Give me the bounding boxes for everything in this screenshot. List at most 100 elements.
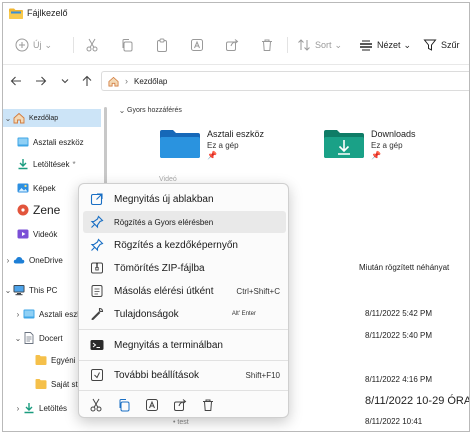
filter-button[interactable]: Szűr (423, 35, 460, 55)
sidebar-item-download-pc[interactable]: › Letöltés (13, 399, 67, 417)
empty-state-text: Miután rögzített néhányat (359, 263, 450, 272)
command-bar: Új ⌄ Sort ⌄ Nézet ⌄ Szűr (3, 25, 469, 65)
partially-hidden-item: • test (173, 419, 189, 426)
up-button[interactable] (79, 73, 95, 89)
pin-icon (90, 238, 104, 252)
menu-item-label: Tömörítés ZIP-fájlba (114, 262, 205, 274)
quick-access-tile[interactable]: Downloads Ez a gép 📌 (323, 129, 416, 161)
sidebar-item-docert[interactable]: ⌄ Docert (13, 329, 63, 347)
downloads-folder-icon (324, 130, 364, 158)
filter-label: Szűr (441, 40, 460, 50)
menu-item-label: Megnyitás új ablakban (114, 193, 214, 205)
share-icon (226, 39, 239, 51)
tile-location: Ez a gép (371, 141, 403, 150)
sort-button[interactable]: Sort ⌄ (297, 35, 342, 55)
sidebar-item-videos[interactable]: Videók (17, 225, 57, 243)
trash-icon (262, 39, 272, 51)
sidebar-item-downloads[interactable]: Letöltések * (17, 155, 76, 173)
open-in-new-window-item[interactable]: Megnyitás új ablakban (83, 188, 286, 210)
menu-item-label: Másolás elérési útként (114, 285, 214, 297)
delete-button[interactable] (260, 35, 274, 55)
pin-icon: 📌 (207, 151, 217, 160)
clipboard-icon (157, 38, 167, 52)
plus-circle-icon (15, 38, 29, 52)
navigation-bar: › Kezdőlap (3, 65, 469, 97)
rename-icon[interactable] (145, 398, 159, 412)
sidebar-item-label: Kezdőlap (29, 114, 59, 122)
chevron-down-icon: ⌄ (4, 285, 12, 295)
chevron-down-icon: ⌄ (44, 39, 53, 50)
menu-item-label: Rögzítés a Gyors elérésben (114, 217, 214, 227)
properties-item[interactable]: Tulajdonságok Alt' Enter (83, 303, 286, 325)
menu-item-label: Tulajdonságok (114, 308, 179, 320)
breadcrumb-separator: › (125, 76, 128, 86)
chevron-down-icon: ⌄ (403, 39, 412, 50)
terminal-icon (90, 340, 104, 350)
zip-icon (91, 262, 103, 274)
quick-access-header[interactable]: ⌄ Gyors hozzáférés (117, 106, 182, 115)
pin-to-start-item[interactable]: Rögzítés a kezdőképernyőn (83, 234, 286, 256)
more-options-icon (91, 369, 103, 381)
file-date: 8/11/2022 4:16 PM (365, 375, 433, 384)
sort-label: Sort (315, 40, 332, 50)
sidebar-item-label: Docert (39, 333, 63, 343)
pin-to-quick-access-item[interactable]: Rögzítés a Gyors elérésben (83, 211, 286, 233)
scissors-icon[interactable] (89, 398, 103, 412)
copy-as-path-item[interactable]: Másolás elérési útként Ctrl+Shift+C (83, 280, 286, 302)
sidebar-item-label: Asztali eszköz (33, 137, 84, 147)
sidebar-item-home[interactable]: ⌄ Kezdőlap (3, 109, 101, 127)
tile-name: Downloads (371, 129, 416, 139)
wrench-icon (91, 307, 104, 321)
compress-to-zip-item[interactable]: Tömörítés ZIP-fájlba (83, 257, 286, 279)
sidebar-item-pictures[interactable]: Képek (17, 179, 56, 197)
forward-button[interactable] (33, 73, 49, 89)
sidebar-item-label: OneDrive (29, 255, 63, 265)
paste-button[interactable] (155, 35, 169, 55)
folder-icon (9, 8, 23, 19)
sidebar-item-desktop[interactable]: Asztali eszköz (17, 133, 84, 151)
open-in-terminal-item[interactable]: Megnyitás a terminálban (83, 334, 286, 356)
menu-item-label: További beállítások (114, 369, 200, 381)
new-button[interactable]: Új ⌄ (15, 35, 52, 55)
new-label: Új (33, 40, 42, 50)
recent-locations-button[interactable] (57, 73, 73, 89)
copy-icon[interactable] (117, 398, 131, 412)
pin-icon: 📌 (371, 151, 381, 160)
file-date: 8/11/2022 5:42 PM (365, 309, 433, 318)
arrow-right-icon (36, 76, 47, 86)
sidebar-item-this-pc[interactable]: ⌄ This PC (3, 281, 57, 299)
scissors-icon (86, 38, 98, 52)
cut-button[interactable] (85, 35, 99, 55)
cloud-icon (13, 257, 25, 264)
rename-button[interactable] (190, 35, 204, 55)
home-icon (108, 76, 119, 86)
view-button[interactable]: Nézet ⌄ (359, 35, 411, 55)
sidebar-item-custom[interactable]: Egyéni (35, 351, 75, 369)
share-icon[interactable] (173, 398, 187, 412)
sidebar-item-label: Egyéni (51, 355, 76, 365)
sidebar-item-label: Letöltések (33, 159, 70, 169)
chevron-right-icon: › (16, 309, 20, 319)
breadcrumb[interactable]: Kezdőlap (134, 77, 167, 86)
address-bar[interactable]: › Kezdőlap (101, 71, 469, 91)
context-menu: Megnyitás új ablakban Rögzítés a Gyors e… (78, 183, 289, 418)
desktop-icon (23, 309, 35, 319)
chevron-right-icon: › (16, 403, 20, 413)
chevron-down-icon (61, 79, 69, 84)
sidebar-item-onedrive[interactable]: › OneDrive (3, 251, 63, 269)
tile-name: Asztali eszköz (207, 129, 265, 139)
menu-divider (79, 390, 288, 391)
quick-access-tile[interactable]: Asztali eszköz Ez a gép 📌 (159, 129, 264, 161)
file-explorer-window: Fájlkezelő Új ⌄ Sort ⌄ Nézet ⌄ Szűr › Ke… (2, 2, 470, 432)
back-button[interactable] (8, 73, 24, 89)
share-button[interactable] (225, 35, 239, 55)
chevron-down-icon: ⌄ (14, 333, 22, 343)
show-more-options-item[interactable]: További beállítások Shift+F10 (83, 364, 286, 386)
copy-icon (122, 39, 133, 52)
download-icon (18, 159, 28, 170)
documents-icon (24, 332, 34, 344)
trash-icon[interactable] (201, 398, 215, 412)
sidebar-item-music[interactable]: Zene (17, 201, 60, 219)
divider (287, 37, 288, 53)
copy-button[interactable] (120, 35, 134, 55)
